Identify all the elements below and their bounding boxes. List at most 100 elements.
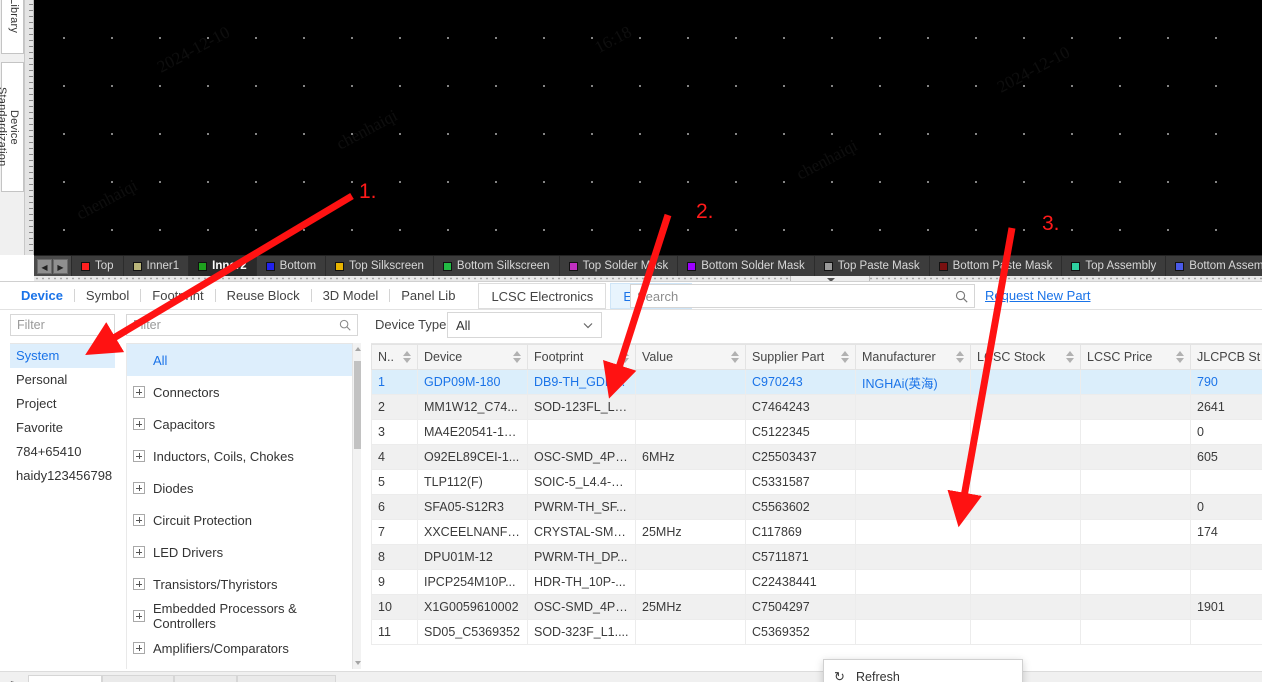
layer-nav-buttons[interactable]: ◀ ▶ [34,256,72,276]
cell-value[interactable] [635,544,746,570]
cell-supplier[interactable]: C5563602 [745,494,856,520]
tab-panel-lib[interactable]: Panel Lib [390,288,466,303]
cell-supplier[interactable]: C970243 [745,369,856,395]
layer-item-top[interactable]: Top [72,256,124,276]
layer-item-bottom-silkscreen[interactable]: Bottom Silkscreen [434,256,560,276]
cell-supplier[interactable]: C25503437 [745,444,856,470]
search-input[interactable] [637,288,955,304]
cell-jlcpcb-stock[interactable] [1190,469,1262,495]
cell-value[interactable]: 25MHz [635,594,746,620]
cell-no[interactable]: 7 [371,519,418,545]
cell-lcsc-stock[interactable] [970,544,1081,570]
cell-lcsc-price[interactable] [1080,594,1191,620]
cell-device[interactable]: TLP112(F) [417,469,528,495]
cell-jlcpcb-stock[interactable]: 174 [1190,519,1262,545]
cell-lcsc-price[interactable] [1080,519,1191,545]
bottom-tab-find-result[interactable]: Find Result [236,675,337,682]
cell-lcsc-stock[interactable] [970,419,1081,445]
cell-supplier[interactable]: C5369352 [745,619,856,645]
cell-device[interactable]: DPU01M-12 [417,544,528,570]
cell-lcsc-price[interactable] [1080,394,1191,420]
cell-no[interactable]: 9 [371,569,418,595]
cell-manufacturer[interactable] [855,444,971,470]
pin-icon[interactable]: ⚑ [0,671,28,682]
layer-toolbar[interactable]: ◀ ▶ Top Inner1 Inner2 Bottom Top Silkscreen B… [34,255,1262,276]
search-icon[interactable] [339,319,351,331]
layer-item-bottom-solder-mask[interactable]: Bottom Solder Mask [678,256,815,276]
cell-value[interactable] [635,569,746,595]
cell-value[interactable] [635,619,746,645]
tab-footprint[interactable]: Footprint [141,288,214,303]
cell-lcsc-stock[interactable] [970,594,1081,620]
vertical-tab-device-standardization[interactable]: Device Standardization [0,62,24,192]
cell-device[interactable]: X1G0059610002 [417,594,528,620]
column-header-lcsc-price[interactable]: LCSC Price [1080,344,1191,370]
layer-item-top-paste-mask[interactable]: Top Paste Mask [815,256,930,276]
table-row[interactable]: 10 X1G0059610002 OSC-SMD_4P-... 25MHz C75042… [371,594,1262,620]
cell-no[interactable]: 1 [371,369,418,395]
expand-icon[interactable] [133,482,145,494]
column-header-n-[interactable]: N.. [371,344,418,370]
cell-lcsc-price[interactable] [1080,419,1191,445]
cell-jlcpcb-stock[interactable] [1190,544,1262,570]
tab-3d-model[interactable]: 3D Model [312,288,390,303]
category-item-diodes[interactable]: Diodes [127,472,358,504]
layer-item-inner2[interactable]: Inner2 [189,256,257,276]
layer-next-icon[interactable]: ▶ [53,258,68,274]
column-header-device[interactable]: Device [417,344,528,370]
cell-device[interactable]: GDP09M-180 [417,369,528,395]
cell-lcsc-price[interactable] [1080,569,1191,595]
cell-manufacturer[interactable] [855,544,971,570]
bottom-tab-log[interactable]: Log [101,675,175,682]
layer-item-bottom[interactable]: Bottom [257,256,327,276]
cell-lcsc-stock[interactable] [970,619,1081,645]
category-item-led-drivers[interactable]: LED Drivers [127,536,358,568]
expand-icon[interactable] [133,450,145,462]
cell-lcsc-stock[interactable] [970,369,1081,395]
category-item-inductors-coils-chokes[interactable]: Inductors, Coils, Chokes [127,440,358,472]
cell-value[interactable] [635,494,746,520]
category-item-embedded-processors-controllers[interactable]: Embedded Processors & Controllers [127,600,358,632]
cell-lcsc-price[interactable] [1080,444,1191,470]
cell-device[interactable]: IPCP254M10P... [417,569,528,595]
category-item-capacitors[interactable]: Capacitors [127,408,358,440]
cell-jlcpcb-stock[interactable]: 0 [1190,419,1262,445]
cell-footprint[interactable]: OSC-SMD_4P-... [527,444,636,470]
cell-no[interactable]: 2 [371,394,418,420]
layer-item-inner1[interactable]: Inner1 [124,256,190,276]
cell-manufacturer[interactable] [855,519,971,545]
sort-icon[interactable] [731,351,739,363]
cell-lcsc-stock[interactable] [970,519,1081,545]
cell-footprint[interactable]: DB9-TH_GDP0... [527,369,636,395]
cell-no[interactable]: 11 [371,619,418,645]
cell-manufacturer[interactable] [855,569,971,595]
cell-manufacturer[interactable] [855,594,971,620]
column-header-value[interactable]: Value [635,344,746,370]
expand-icon[interactable] [133,418,145,430]
category-filter-box[interactable] [126,314,358,336]
cell-supplier[interactable]: C5122345 [745,419,856,445]
cell-no[interactable]: 5 [371,469,418,495]
table-row[interactable]: 11 SD05_C5369352 SOD-323F_L1.... C5369352 [371,619,1262,645]
table-row[interactable]: 2 MM1W12_C74... SOD-123FL_L2... C7464243 264… [371,394,1262,420]
source-item-system[interactable]: System [10,344,115,368]
expand-icon[interactable] [133,514,145,526]
category-item-amplifiers-comparators[interactable]: Amplifiers/Comparators [127,632,358,664]
cell-lcsc-stock[interactable] [970,469,1081,495]
layer-item-top-silkscreen[interactable]: Top Silkscreen [326,256,434,276]
column-header-lcsc-stock[interactable]: LCSC Stock [970,344,1081,370]
cell-manufacturer[interactable] [855,494,971,520]
expand-icon[interactable] [133,578,145,590]
category-scrollbar[interactable] [352,343,361,669]
cell-value[interactable] [635,369,746,395]
cell-value[interactable] [635,394,746,420]
cell-lcsc-stock[interactable] [970,444,1081,470]
cell-jlcpcb-stock[interactable]: 1901 [1190,594,1262,620]
chevron-down-icon[interactable] [583,322,593,329]
table-row[interactable]: 7 XXCEELNANF-... CRYSTAL-SMD... 25MHz C11786… [371,519,1262,545]
category-item-rf-and-wireless[interactable]: RF and Wireless [127,664,358,669]
cell-lcsc-stock[interactable] [970,494,1081,520]
cell-footprint[interactable]: HDR-TH_10P-... [527,569,636,595]
cell-footprint[interactable]: PWRM-TH_SF... [527,494,636,520]
cell-value[interactable]: 25MHz [635,519,746,545]
